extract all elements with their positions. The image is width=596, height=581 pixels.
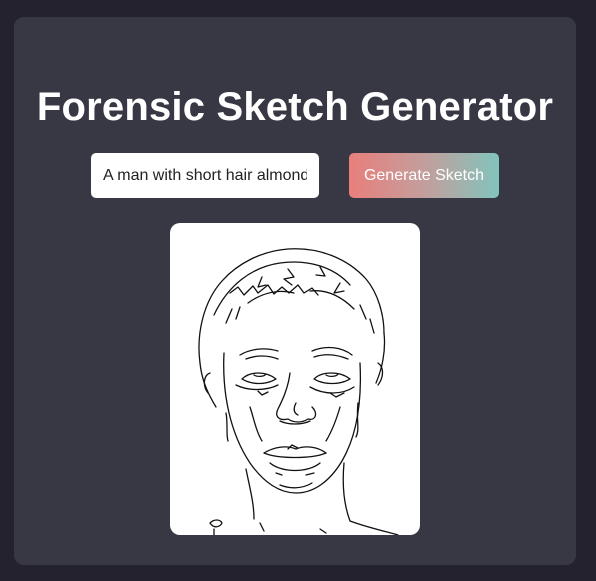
sketch-image <box>170 223 420 535</box>
main-card: Forensic Sketch Generator Generate Sketc… <box>14 17 576 565</box>
page-title: Forensic Sketch Generator <box>36 85 554 129</box>
sketch-drawing <box>198 248 399 535</box>
generate-sketch-button[interactable]: Generate Sketch <box>349 153 499 198</box>
description-input[interactable] <box>91 153 319 198</box>
